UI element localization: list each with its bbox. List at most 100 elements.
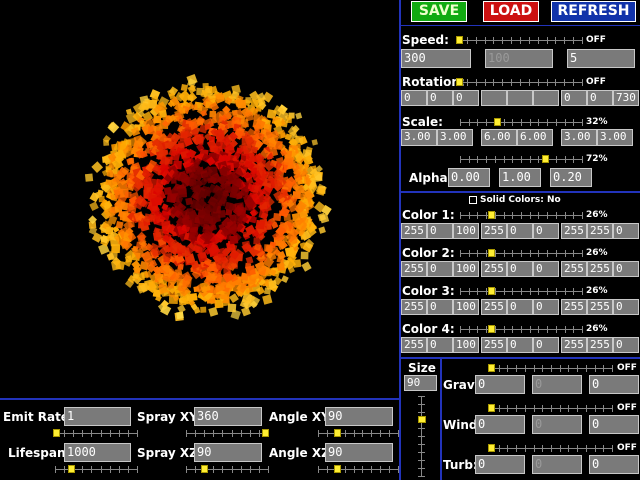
spray-xz-slider-track[interactable] bbox=[186, 466, 269, 473]
turb-field-3[interactable]: 0 bbox=[589, 455, 639, 474]
turb-slider-knob[interactable] bbox=[488, 444, 495, 452]
scale-field-5[interactable]: 3.00 bbox=[561, 129, 597, 146]
rotation-slider-knob[interactable] bbox=[456, 78, 463, 86]
color-3-slider-track[interactable] bbox=[460, 288, 583, 295]
color-1-field-9[interactable]: 0 bbox=[613, 223, 639, 239]
turb-field-1[interactable]: 0 bbox=[475, 455, 525, 474]
turb-field-2[interactable]: 0 bbox=[532, 455, 582, 474]
color-1-field-6[interactable]: 0 bbox=[533, 223, 559, 239]
spray-xy-slider-knob[interactable] bbox=[262, 429, 269, 437]
speed-field-1[interactable]: 300 bbox=[401, 49, 471, 68]
rotation-field-4[interactable] bbox=[481, 90, 507, 106]
color-1-field-1[interactable]: 255 bbox=[401, 223, 427, 239]
color-2-field-1[interactable]: 255 bbox=[401, 261, 427, 277]
color-4-field-5[interactable]: 0 bbox=[507, 337, 533, 353]
color-4-field-8[interactable]: 255 bbox=[587, 337, 613, 353]
wind-field-2[interactable]: 0 bbox=[532, 415, 582, 434]
alpha-slider-track[interactable] bbox=[460, 156, 583, 163]
solid-colors-checkbox[interactable] bbox=[469, 196, 477, 204]
alpha-field-2[interactable]: 1.00 bbox=[499, 168, 541, 187]
color-4-field-3[interactable]: 100 bbox=[453, 337, 479, 353]
speed-field-2[interactable]: 100 bbox=[485, 49, 553, 68]
color-3-field-5[interactable]: 0 bbox=[507, 299, 533, 315]
size-slider-knob[interactable] bbox=[418, 416, 426, 423]
color-2-field-5[interactable]: 0 bbox=[507, 261, 533, 277]
rotation-field-8[interactable]: 0 bbox=[587, 90, 613, 106]
spray-xz-field[interactable]: 90 bbox=[194, 443, 262, 462]
angle-xy-slider-knob[interactable] bbox=[334, 429, 341, 437]
size-field[interactable]: 90 bbox=[404, 375, 437, 391]
speed-slider-track[interactable] bbox=[458, 37, 583, 44]
rotation-field-2[interactable]: 0 bbox=[427, 90, 453, 106]
save-button[interactable]: SAVE bbox=[411, 1, 467, 22]
color-1-field-2[interactable]: 0 bbox=[427, 223, 453, 239]
wind-field-3[interactable]: 0 bbox=[589, 415, 639, 434]
scale-slider-track[interactable] bbox=[460, 119, 583, 126]
color-1-field-3[interactable]: 100 bbox=[453, 223, 479, 239]
color-3-slider-knob[interactable] bbox=[488, 287, 495, 295]
color-2-slider-knob[interactable] bbox=[488, 249, 495, 257]
emit-rate-slider-track[interactable] bbox=[55, 430, 138, 437]
emit-rate-field[interactable]: 1 bbox=[64, 407, 131, 426]
spray-xy-slider-track[interactable] bbox=[186, 430, 269, 437]
rotation-field-5[interactable] bbox=[507, 90, 533, 106]
color-4-field-4[interactable]: 255 bbox=[481, 337, 507, 353]
color-4-field-9[interactable]: 0 bbox=[613, 337, 639, 353]
color-2-slider-track[interactable] bbox=[460, 250, 583, 257]
color-2-field-4[interactable]: 255 bbox=[481, 261, 507, 277]
refresh-button[interactable]: REFRESH bbox=[551, 1, 636, 22]
rotation-field-1[interactable]: 0 bbox=[401, 90, 427, 106]
color-3-field-9[interactable]: 0 bbox=[613, 299, 639, 315]
color-2-field-7[interactable]: 255 bbox=[561, 261, 587, 277]
color-1-field-5[interactable]: 0 bbox=[507, 223, 533, 239]
rotation-field-7[interactable]: 0 bbox=[561, 90, 587, 106]
color-4-field-6[interactable]: 0 bbox=[533, 337, 559, 353]
grav-field-1[interactable]: 0 bbox=[475, 375, 525, 394]
scale-field-2[interactable]: 3.00 bbox=[437, 129, 473, 146]
color-4-field-1[interactable]: 255 bbox=[401, 337, 427, 353]
color-3-field-4[interactable]: 255 bbox=[481, 299, 507, 315]
color-3-field-2[interactable]: 0 bbox=[427, 299, 453, 315]
turb-slider-track[interactable] bbox=[490, 445, 613, 452]
rotation-field-9[interactable]: 730 bbox=[613, 90, 639, 106]
scale-field-6[interactable]: 3.00 bbox=[597, 129, 633, 146]
color-1-slider-knob[interactable] bbox=[488, 211, 495, 219]
color-3-field-6[interactable]: 0 bbox=[533, 299, 559, 315]
alpha-field-3[interactable]: 0.20 bbox=[550, 168, 592, 187]
angle-xz-slider-track[interactable] bbox=[318, 466, 399, 473]
rotation-field-3[interactable]: 0 bbox=[453, 90, 479, 106]
angle-xz-field[interactable]: 90 bbox=[325, 443, 393, 462]
angle-xy-slider-track[interactable] bbox=[318, 430, 399, 437]
scale-field-1[interactable]: 3.00 bbox=[401, 129, 437, 146]
wind-slider-knob[interactable] bbox=[488, 404, 495, 412]
speed-field-3[interactable]: 5 bbox=[567, 49, 635, 68]
color-4-slider-track[interactable] bbox=[460, 326, 583, 333]
color-2-field-9[interactable]: 0 bbox=[613, 261, 639, 277]
rotation-field-6[interactable] bbox=[533, 90, 559, 106]
scale-field-4[interactable]: 6.00 bbox=[517, 129, 553, 146]
color-3-field-8[interactable]: 255 bbox=[587, 299, 613, 315]
grav-slider-track[interactable] bbox=[490, 365, 613, 372]
alpha-field-1[interactable]: 0.00 bbox=[448, 168, 490, 187]
color-2-field-3[interactable]: 100 bbox=[453, 261, 479, 277]
angle-xy-field[interactable]: 90 bbox=[325, 407, 393, 426]
color-1-slider-track[interactable] bbox=[460, 212, 583, 219]
grav-field-2[interactable]: 0 bbox=[532, 375, 582, 394]
speed-slider-knob[interactable] bbox=[456, 36, 463, 44]
color-1-field-7[interactable]: 255 bbox=[561, 223, 587, 239]
color-1-field-8[interactable]: 255 bbox=[587, 223, 613, 239]
color-2-field-2[interactable]: 0 bbox=[427, 261, 453, 277]
color-1-field-4[interactable]: 255 bbox=[481, 223, 507, 239]
color-2-field-6[interactable]: 0 bbox=[533, 261, 559, 277]
color-2-field-8[interactable]: 255 bbox=[587, 261, 613, 277]
size-slider-track[interactable] bbox=[418, 396, 425, 477]
spray-xy-field[interactable]: 360 bbox=[194, 407, 262, 426]
scale-field-3[interactable]: 6.00 bbox=[481, 129, 517, 146]
wind-slider-track[interactable] bbox=[490, 405, 613, 412]
load-button[interactable]: LOAD bbox=[483, 1, 539, 22]
grav-slider-knob[interactable] bbox=[488, 364, 495, 372]
color-3-field-3[interactable]: 100 bbox=[453, 299, 479, 315]
color-4-field-2[interactable]: 0 bbox=[427, 337, 453, 353]
color-3-field-1[interactable]: 255 bbox=[401, 299, 427, 315]
wind-field-1[interactable]: 0 bbox=[475, 415, 525, 434]
